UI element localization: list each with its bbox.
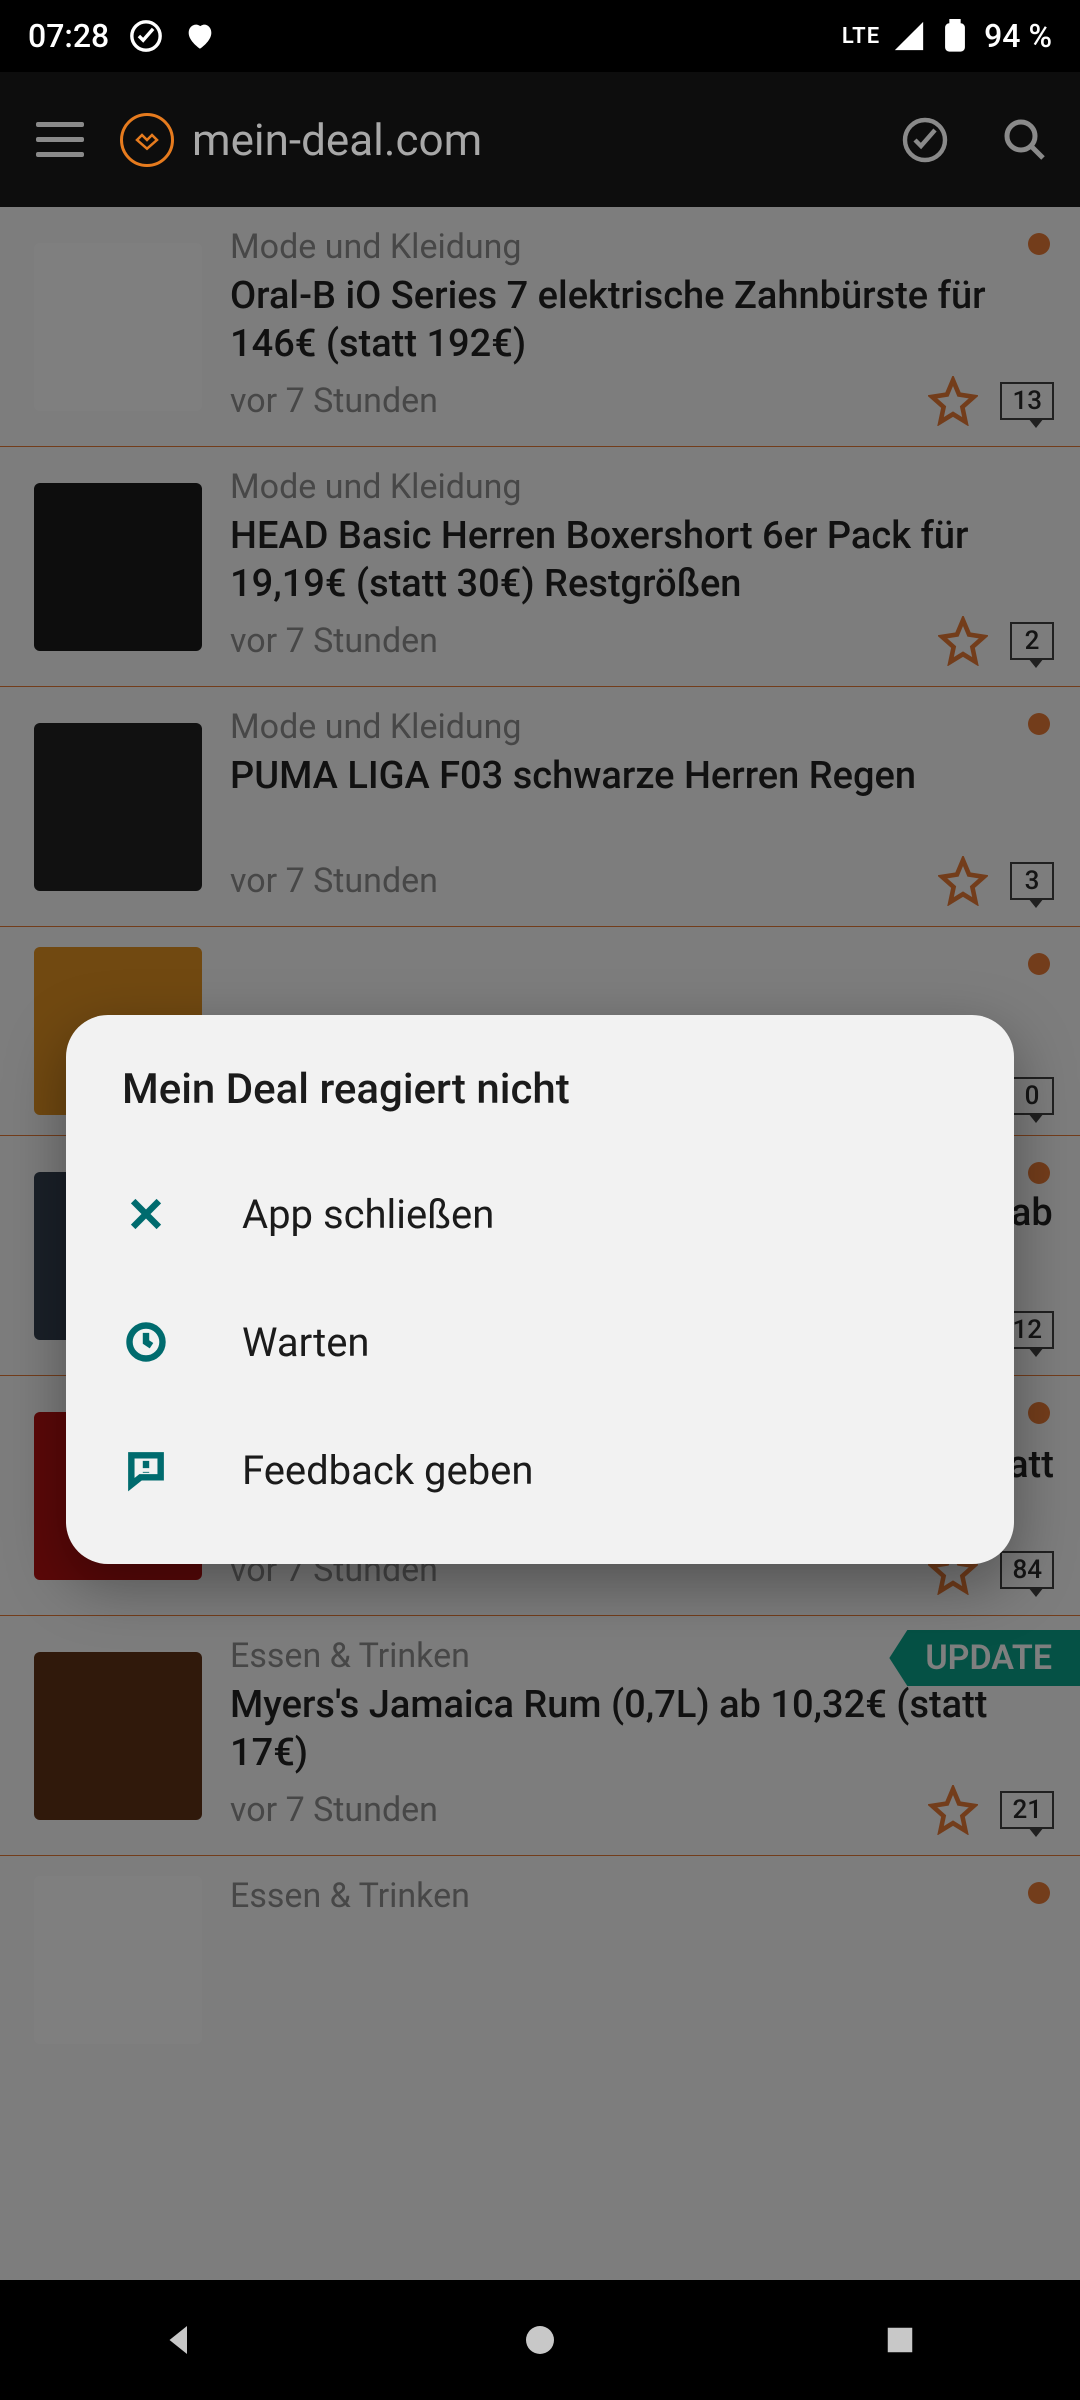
brand-logo[interactable]: mein-deal.com	[120, 113, 482, 167]
brand-text: mein-deal.com	[192, 114, 482, 166]
app-bar: mein-deal.com	[0, 72, 1080, 207]
menu-button[interactable]	[30, 110, 90, 170]
check-circle-button[interactable]	[890, 105, 960, 175]
deal-list[interactable]: Mode und Kleidung Oral-B iO Series 7 ele…	[0, 207, 1080, 2280]
dialog-feedback[interactable]: Feedback geben	[66, 1406, 1014, 1534]
network-label: LTE	[842, 24, 880, 49]
back-button[interactable]	[155, 2315, 205, 2365]
handshake-icon	[120, 113, 174, 167]
status-time: 07:28	[28, 17, 109, 55]
dialog-wait[interactable]: Warten	[66, 1278, 1014, 1406]
status-bar: 07:28 LTE 94 %	[0, 0, 1080, 72]
battery-icon	[938, 19, 972, 53]
status-left: 07:28	[28, 17, 217, 55]
search-button[interactable]	[990, 105, 1060, 175]
dialog-label: Feedback geben	[242, 1447, 533, 1494]
system-navbar	[0, 2280, 1080, 2400]
close-icon	[122, 1190, 170, 1238]
status-right: LTE 94 %	[842, 17, 1052, 55]
dialog-label: App schließen	[242, 1191, 494, 1238]
dialog-close-app[interactable]: App schließen	[66, 1150, 1014, 1278]
clock-icon	[122, 1318, 170, 1366]
recents-button[interactable]	[875, 2315, 925, 2365]
battery-label: 94 %	[984, 17, 1052, 55]
dialog-title: Mein Deal reagiert nicht	[66, 1065, 1014, 1150]
dialog-label: Warten	[242, 1319, 370, 1366]
checkmark-circle-icon	[129, 19, 163, 53]
signal-icon	[892, 19, 926, 53]
anr-dialog: Mein Deal reagiert nicht App schließen W…	[66, 1015, 1014, 1564]
heart-icon	[183, 19, 217, 53]
home-button[interactable]	[515, 2315, 565, 2365]
feedback-icon	[122, 1446, 170, 1494]
